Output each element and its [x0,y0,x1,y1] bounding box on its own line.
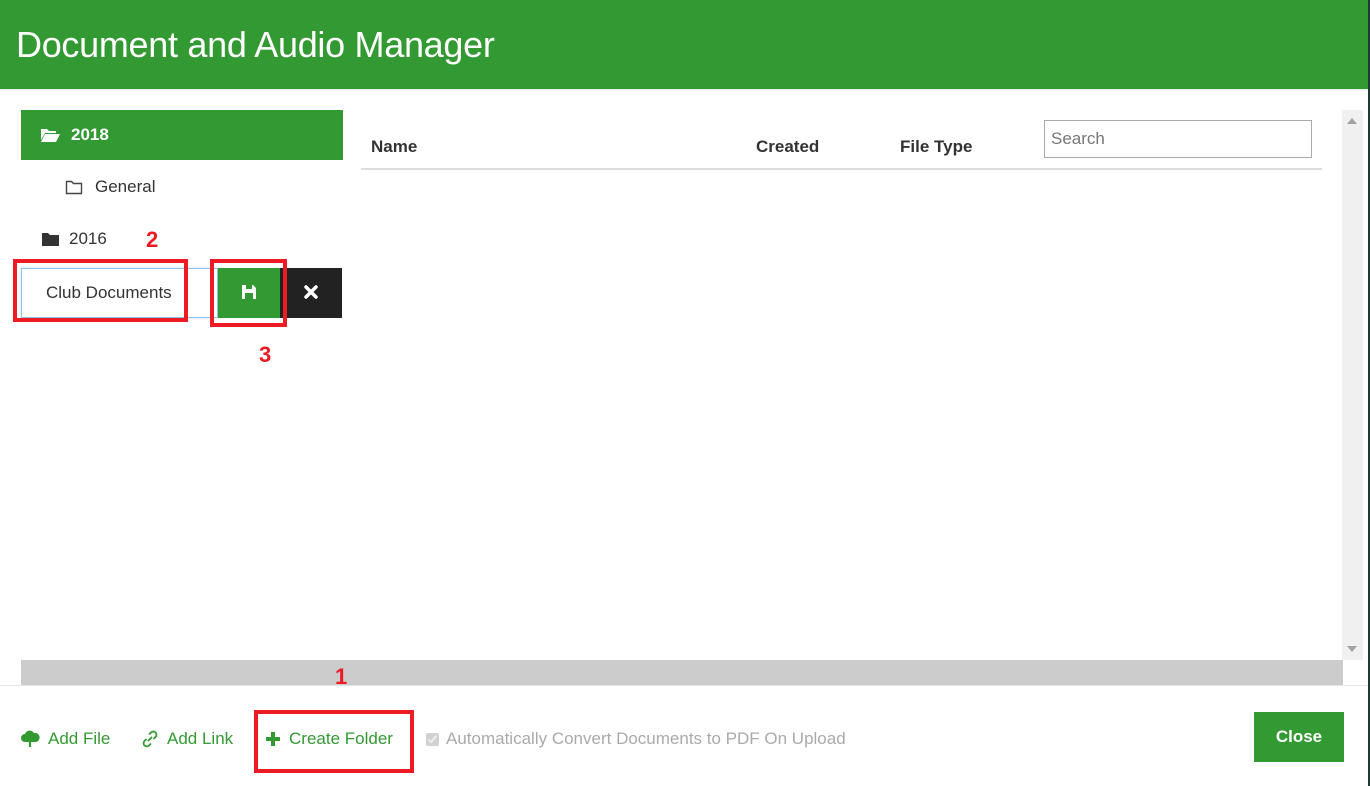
page-title: Document and Audio Manager [16,24,495,65]
add-file-button[interactable]: Add File [20,727,110,751]
link-icon [141,730,159,748]
annotation-number-2: 2 [146,227,159,252]
annotation-number-1: 1 [335,664,348,689]
annotation-number-3: 3 [259,342,272,367]
add-file-label: Add File [48,729,111,748]
cancel-folder-button[interactable] [280,268,342,318]
tree-item-2018[interactable]: 2018 [21,110,343,160]
cloud-upload-icon [20,730,40,748]
close-icon [304,284,318,302]
footer-divider [0,685,1368,686]
folder-outline-icon [63,180,85,195]
vertical-scrollbar[interactable] [1342,110,1363,660]
tree-item-general[interactable]: General [21,162,343,212]
column-header-created[interactable]: Created [756,137,819,157]
add-link-button[interactable]: Add Link [141,727,233,751]
new-folder-row [21,268,343,318]
column-header-file-type[interactable]: File Type [900,137,972,157]
create-folder-button[interactable]: Create Folder [265,727,393,751]
tree-item-label: General [95,177,156,196]
convert-to-pdf-checkbox[interactable] [426,732,439,746]
create-folder-label: Create Folder [289,729,393,748]
scroll-up-arrow-icon[interactable] [1347,118,1357,124]
folder-closed-icon [39,232,61,246]
tree-item-label: 2016 [69,229,107,248]
file-table-header: Name Created File Type [361,110,1322,170]
plus-icon [265,731,281,747]
floppy-disk-icon [241,284,257,303]
horizontal-scrollbar[interactable] [21,660,1343,685]
convert-to-pdf-label: Automatically Convert Documents to PDF O… [446,729,846,748]
search-input[interactable] [1044,120,1312,158]
convert-to-pdf-option[interactable]: Automatically Convert Documents to PDF O… [426,727,846,751]
tree-item-2016[interactable]: 2016 [21,214,343,264]
scroll-down-arrow-icon[interactable] [1347,646,1357,652]
add-link-label: Add Link [167,729,234,748]
save-folder-button[interactable] [218,268,280,318]
folder-name-input[interactable] [21,268,218,318]
tree-item-label: 2018 [71,125,109,144]
close-button[interactable]: Close [1254,712,1344,762]
folder-open-icon [39,127,61,143]
column-header-name[interactable]: Name [371,137,417,157]
app-header: Document and Audio Manager [0,0,1368,90]
